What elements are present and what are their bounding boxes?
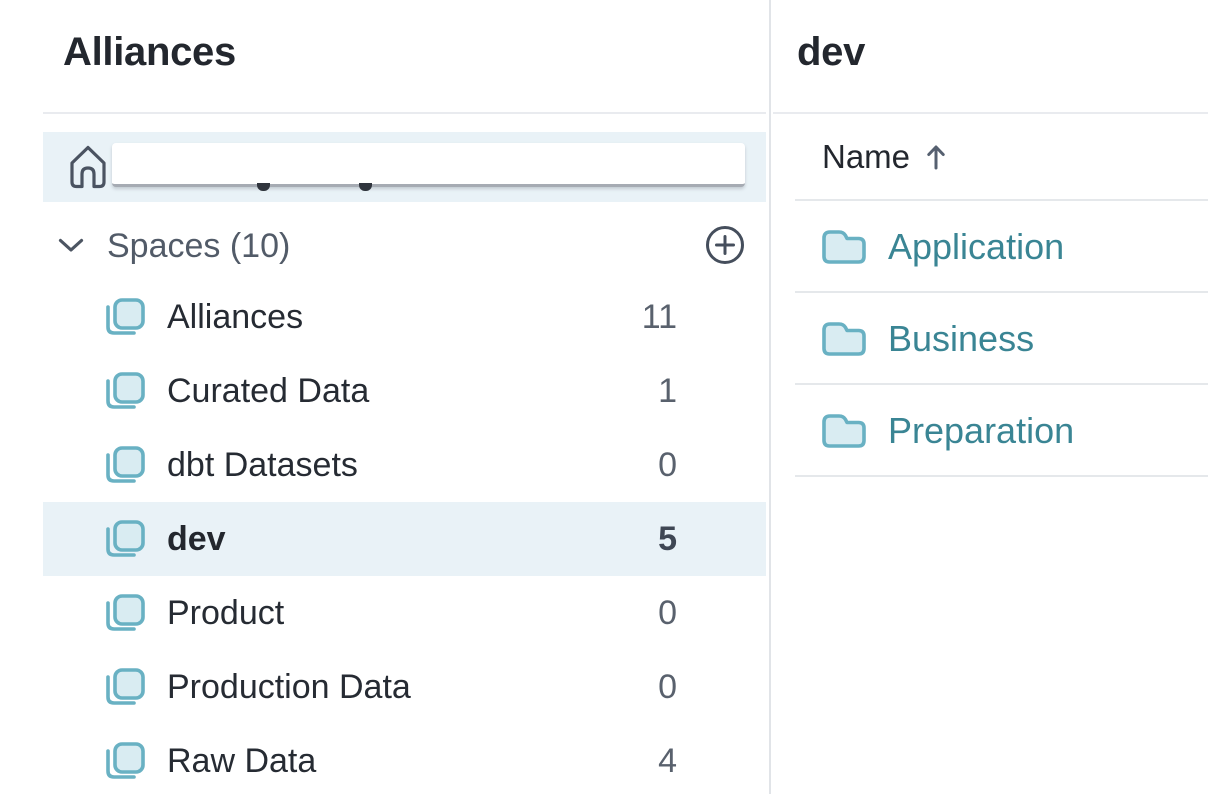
arrow-up-icon <box>926 143 946 171</box>
sidebar-title-divider <box>43 112 766 114</box>
folder-icon <box>820 228 868 266</box>
folder-row-business[interactable]: Business <box>773 293 1208 385</box>
space-count: 11 <box>642 298 677 337</box>
folder-icon <box>820 320 868 358</box>
space-row-product[interactable]: Product 0 <box>43 576 766 650</box>
redacted-text-fragment <box>257 183 270 191</box>
main-panel: dev Name Application <box>773 0 1208 794</box>
folder-link[interactable]: Preparation <box>888 410 1074 452</box>
space-label: dbt Datasets <box>167 446 358 485</box>
folder-link[interactable]: Application <box>888 226 1064 268</box>
app-screen: Alliances Spaces (10) <box>0 0 1208 794</box>
folder-icon <box>820 412 868 450</box>
space-label: Alliances <box>167 298 303 337</box>
space-row-alliances[interactable]: Alliances 11 <box>43 280 766 354</box>
space-icon <box>102 296 146 338</box>
space-count: 5 <box>658 520 677 559</box>
space-icon <box>102 740 146 782</box>
spaces-section-header: Spaces (10) <box>43 220 766 270</box>
space-count: 1 <box>658 372 677 411</box>
folder-link[interactable]: Business <box>888 318 1034 360</box>
space-count: 0 <box>658 446 677 485</box>
space-count: 4 <box>658 742 677 781</box>
space-label: dev <box>167 520 226 559</box>
space-count: 0 <box>658 668 677 707</box>
folder-row-preparation[interactable]: Preparation <box>773 385 1208 477</box>
space-label: Curated Data <box>167 372 369 411</box>
redacted-text-fragment <box>359 183 372 191</box>
space-label: Raw Data <box>167 742 316 781</box>
name-column-header[interactable]: Name <box>822 114 946 199</box>
space-label: Production Data <box>167 668 411 707</box>
add-space-button[interactable] <box>703 223 747 267</box>
space-row-dev[interactable]: dev 5 <box>43 502 766 576</box>
redacted-text-overlay <box>112 143 745 187</box>
home-icon <box>68 143 108 195</box>
sidebar-title: Alliances <box>63 30 236 75</box>
space-label: Product <box>167 594 284 633</box>
space-icon <box>102 592 146 634</box>
page-title: dev <box>797 30 865 75</box>
space-icon <box>102 370 146 412</box>
space-row-curated-data[interactable]: Curated Data 1 <box>43 354 766 428</box>
space-count: 0 <box>658 594 677 633</box>
sidebar: Alliances Spaces (10) <box>0 0 771 794</box>
space-row-raw-data[interactable]: Raw Data 4 <box>43 724 766 794</box>
folder-table: Application Business Preparation <box>773 201 1208 477</box>
sidebar-item-home[interactable] <box>43 132 766 202</box>
spaces-section-label[interactable]: Spaces (10) <box>107 227 290 266</box>
name-column-label: Name <box>822 138 910 176</box>
chevron-down-icon[interactable] <box>58 238 84 258</box>
space-icon <box>102 518 146 560</box>
space-icon <box>102 666 146 708</box>
spaces-list: Alliances 11 Curated Data 1 <box>43 280 766 794</box>
space-row-dbt-datasets[interactable]: dbt Datasets 0 <box>43 428 766 502</box>
space-row-production-data[interactable]: Production Data 0 <box>43 650 766 724</box>
folder-row-application[interactable]: Application <box>773 201 1208 293</box>
space-icon <box>102 444 146 486</box>
